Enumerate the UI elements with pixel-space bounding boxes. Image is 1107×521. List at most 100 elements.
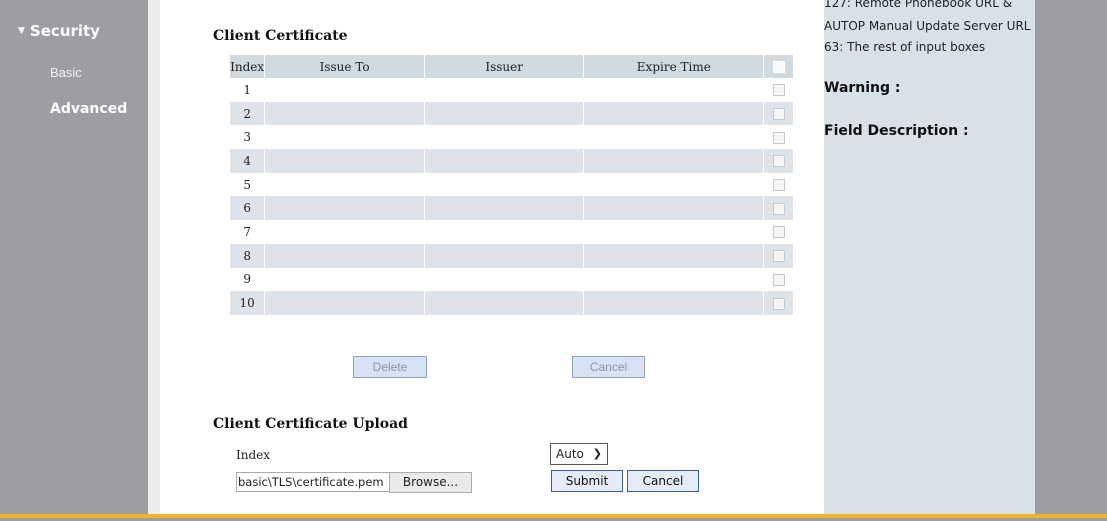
cell-issuer: [423, 172, 584, 197]
index-select-value: Auto: [556, 447, 584, 461]
index-select[interactable]: Auto ❯: [550, 443, 608, 465]
cell-index: 4: [230, 149, 265, 173]
row-checkbox[interactable]: [772, 202, 785, 215]
help-line-1: 127: Remote Phonebook URL &: [824, 0, 1013, 10]
cell-expire-time: [583, 220, 764, 244]
expand-triangle-icon: ▼: [18, 26, 25, 36]
content-border-left: [148, 0, 160, 514]
cell-expire-time: [583, 291, 764, 315]
right-gutter: [1035, 0, 1107, 521]
delete-button[interactable]: Delete: [353, 356, 427, 378]
index-label: Index: [236, 448, 271, 462]
file-path-field[interactable]: basic\TLS\certificate.pem: [236, 472, 390, 492]
table-row: 8: [230, 243, 793, 268]
cell-expire-time: [583, 101, 764, 126]
cell-issue-to: [264, 125, 425, 150]
row-checkbox[interactable]: [772, 179, 785, 192]
cell-index: 7: [243, 224, 251, 239]
row-checkbox[interactable]: [772, 226, 785, 239]
cancel-upload-button[interactable]: Cancel: [627, 470, 699, 492]
browse-button[interactable]: Browse...: [389, 472, 472, 493]
row-checkbox[interactable]: [772, 108, 785, 121]
cell-index: 10: [230, 291, 265, 315]
cell-issuer: [423, 149, 584, 173]
cell-issuer: [423, 243, 584, 268]
cell-issuer: [423, 78, 584, 102]
cell-index: 9: [243, 272, 251, 287]
cell-issue-to: [264, 196, 425, 221]
client-certificate-upload-title: Client Certificate Upload: [213, 416, 408, 432]
sidebar-section-label: Security: [29, 22, 100, 40]
cell-index: 2: [230, 101, 265, 126]
field-description-heading: Field Description :: [824, 123, 969, 139]
cell-expire-time: [583, 267, 764, 292]
cell-issuer: [423, 101, 584, 126]
row-checkbox[interactable]: [772, 273, 785, 286]
row-checkbox[interactable]: [772, 155, 785, 168]
cell-index: 1: [243, 82, 251, 97]
cell-expire-time: [583, 125, 764, 150]
table-row: 9: [230, 267, 793, 292]
row-checkbox-cell: [763, 149, 793, 173]
help-line-2: AUTOP Manual Update Server URL: [824, 19, 1031, 33]
cell-issue-to: [264, 101, 425, 126]
table-row: 10: [230, 291, 793, 315]
cell-issue-to: [264, 243, 425, 268]
help-line-3: 63: The rest of input boxes: [824, 40, 986, 54]
column-header-issue-to: Issue To: [264, 55, 425, 78]
cell-issuer: [423, 267, 584, 292]
row-checkbox[interactable]: [772, 131, 785, 144]
column-header-expire-time: Expire Time: [583, 55, 764, 78]
table-row: 2: [230, 101, 793, 126]
help-panel: 127: Remote Phonebook URL & AUTOP Manual…: [824, 0, 1035, 514]
cell-expire-time: [583, 149, 764, 173]
cell-issuer: [423, 196, 584, 221]
cell-issue-to: [264, 78, 425, 102]
row-checkbox-cell: [763, 125, 793, 150]
table-row: 5: [230, 172, 793, 197]
cell-issue-to: [264, 220, 425, 244]
cell-issuer: [423, 291, 584, 315]
table-row: 6: [230, 196, 793, 221]
cell-expire-time: [583, 78, 764, 102]
cell-issuer: [423, 220, 584, 244]
cell-issue-to: [264, 172, 425, 197]
main-panel: Client Certificate Index Issue To Issuer…: [160, 0, 824, 514]
sidebar-section-security[interactable]: ▼ Security: [18, 22, 100, 40]
cell-expire-time: [583, 172, 764, 197]
row-checkbox-cell: [763, 101, 793, 126]
sidebar-item-advanced[interactable]: Advanced: [50, 101, 127, 117]
cell-expire-time: [583, 243, 764, 268]
select-all-checkbox-cell: [763, 55, 793, 78]
row-checkbox-cell: [763, 172, 793, 197]
select-all-checkbox[interactable]: [772, 61, 785, 73]
client-certificate-title: Client Certificate: [213, 28, 348, 44]
column-header-index: Index: [230, 55, 265, 78]
table-row: 7: [230, 220, 793, 244]
table-row: 4: [230, 149, 793, 173]
chevron-down-icon: ❯: [592, 447, 602, 460]
column-header-issuer: Issuer: [423, 55, 584, 78]
row-checkbox-cell: [763, 196, 793, 221]
cell-issue-to: [264, 267, 425, 292]
footer-accent-line: [0, 514, 1107, 518]
cell-index: 6: [230, 196, 265, 221]
cell-expire-time: [583, 196, 764, 221]
cell-issue-to: [264, 291, 425, 315]
cell-issue-to: [264, 149, 425, 173]
cell-index: 3: [243, 130, 251, 145]
table-row: 3: [230, 125, 793, 150]
cancel-delete-button[interactable]: Cancel: [572, 356, 645, 378]
row-checkbox[interactable]: [772, 297, 785, 310]
cell-index: 8: [230, 243, 265, 268]
table-row: 1: [230, 78, 793, 102]
sidebar: ▼ Security Basic Advanced: [0, 0, 148, 521]
client-certificate-table: Index Issue To Issuer Expire Time 1 2 3 4 5 6…: [230, 55, 793, 315]
row-checkbox[interactable]: [772, 250, 785, 263]
sidebar-item-basic[interactable]: Basic: [50, 65, 82, 80]
submit-button[interactable]: Submit: [551, 470, 623, 492]
table-header-row: Index Issue To Issuer Expire Time: [230, 55, 793, 78]
warning-heading: Warning :: [824, 80, 901, 96]
row-checkbox-cell: [763, 267, 793, 292]
row-checkbox[interactable]: [772, 84, 785, 97]
